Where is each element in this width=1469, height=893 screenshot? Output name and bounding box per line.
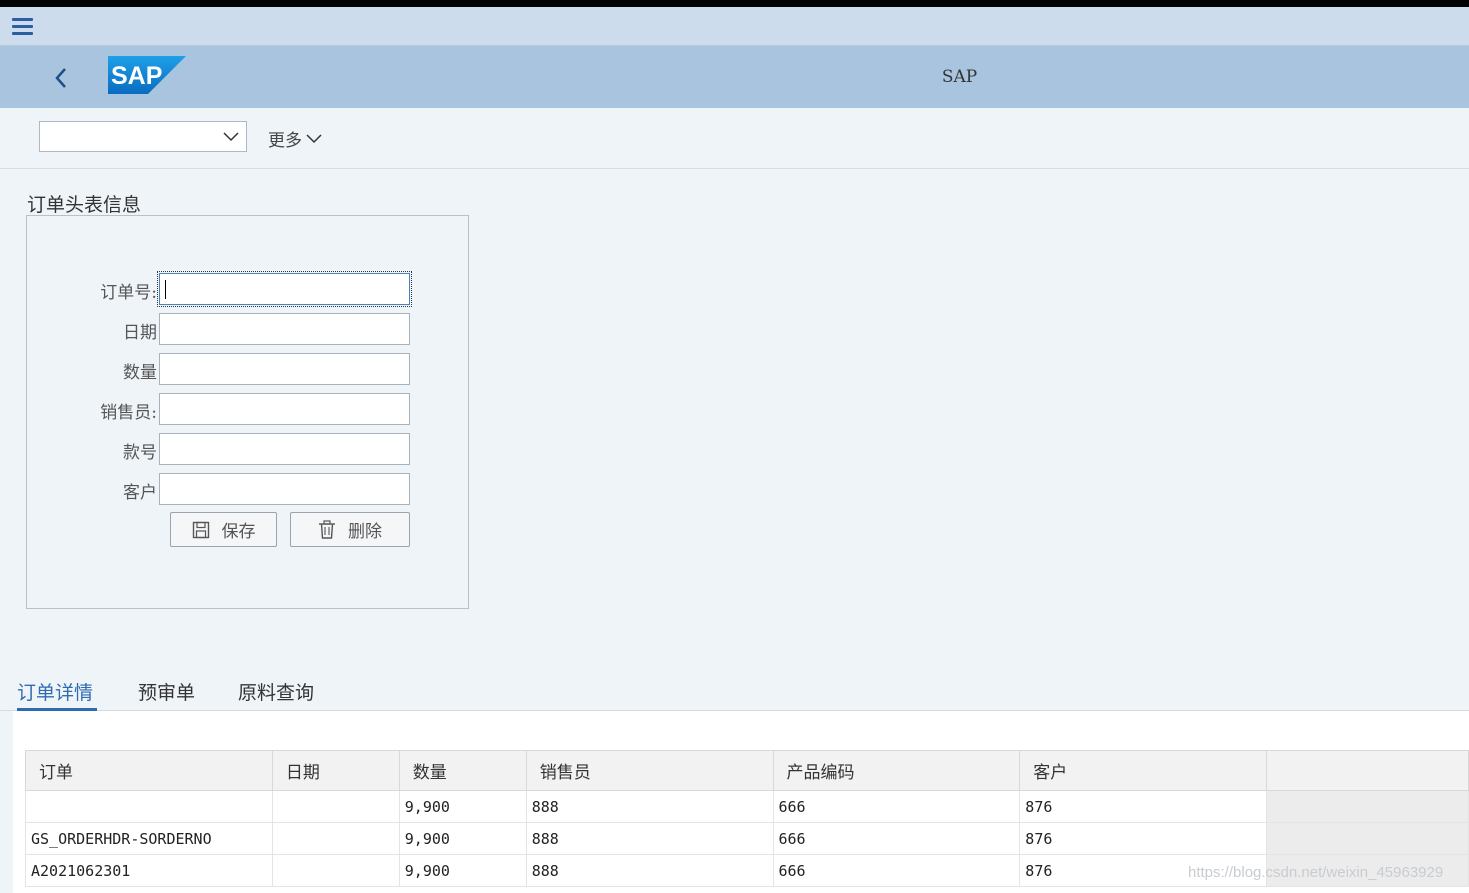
cell-order[interactable]: GS_ORDERHDR-SORDERNO <box>25 822 273 855</box>
shell-title: SAP <box>941 67 978 87</box>
delete-button[interactable]: 删除 <box>290 512 410 547</box>
cell-product-code[interactable]: 666 <box>772 822 1021 855</box>
form-row-quantity: 数量 <box>27 353 470 385</box>
col-header-product-code[interactable]: 产品编码 <box>772 750 1021 791</box>
cell-product-code[interactable]: 666 <box>772 854 1021 887</box>
cell-order[interactable]: A2021062301 <box>25 854 273 887</box>
col-header-customer[interactable]: 客户 <box>1019 750 1268 791</box>
cell-date[interactable] <box>271 790 400 823</box>
save-label: 保存 <box>221 522 256 542</box>
form-row-date: 日期 <box>27 313 470 345</box>
cell-customer[interactable]: 876 <box>1019 790 1268 823</box>
form-row-customer: 客户 <box>27 473 470 505</box>
chevron-down-icon <box>306 133 322 143</box>
tab-bar: 订单详情 预审单 原料查询 <box>0 676 1469 711</box>
trash-icon <box>319 520 335 539</box>
salesperson-label: 销售员: <box>100 403 157 423</box>
order-no-label: 订单号: <box>100 283 157 303</box>
table-header-row: 订单 日期 数量 销售员 产品编码 客户 <box>25 750 1469 791</box>
cell-product-code[interactable]: 666 <box>772 790 1021 823</box>
order-no-input[interactable] <box>157 271 412 307</box>
customer-label: 客户 <box>123 483 157 503</box>
top-black-strip <box>0 0 1469 7</box>
order-header-form: 订单号: 日期 数量 销售员: 款号 客户 保存 删除 <box>26 215 469 609</box>
cell-filler <box>1266 822 1469 855</box>
table-row[interactable]: 9,900 888 666 876 <box>25 790 1469 823</box>
app-toolbar: 更多 <box>0 108 1469 169</box>
col-header-quantity[interactable]: 数量 <box>398 750 527 791</box>
date-label: 日期 <box>123 323 157 343</box>
cell-quantity[interactable]: 9,900 <box>398 854 527 887</box>
cell-quantity[interactable]: 9,900 <box>398 822 527 855</box>
quantity-input[interactable] <box>159 353 410 385</box>
menu-bar <box>0 7 1469 46</box>
cell-date[interactable] <box>271 854 400 887</box>
watermark: https://blog.csdn.net/weixin_45963929 <box>1188 864 1444 881</box>
style-no-label: 款号 <box>123 443 157 463</box>
cell-salesperson[interactable]: 888 <box>525 790 774 823</box>
tab-material-query[interactable]: 原料查询 <box>238 678 314 711</box>
col-header-salesperson[interactable]: 销售员 <box>525 750 774 791</box>
cell-date[interactable] <box>271 822 400 855</box>
cell-salesperson[interactable]: 888 <box>525 822 774 855</box>
col-header-date[interactable]: 日期 <box>271 750 400 791</box>
cell-salesperson[interactable]: 888 <box>525 854 774 887</box>
more-menu-button[interactable]: 更多 <box>268 126 322 151</box>
shell-bar: SAP SAP <box>0 46 1469 108</box>
variant-dropdown[interactable] <box>39 121 247 152</box>
col-header-filler <box>1266 750 1469 791</box>
col-header-order[interactable]: 订单 <box>25 750 273 791</box>
section-title: 订单头表信息 <box>27 194 142 216</box>
save-button[interactable]: 保存 <box>170 512 277 547</box>
quantity-label: 数量 <box>123 363 157 383</box>
salesperson-input[interactable] <box>159 393 410 425</box>
cell-filler <box>1266 790 1469 823</box>
more-label: 更多 <box>268 131 302 151</box>
hamburger-menu-icon[interactable] <box>12 18 33 35</box>
table-row[interactable]: GS_ORDERHDR-SORDERNO 9,900 888 666 876 <box>25 822 1469 855</box>
cell-quantity[interactable]: 9,900 <box>398 790 527 823</box>
cell-order[interactable] <box>25 790 273 823</box>
style-no-input[interactable] <box>159 433 410 465</box>
tab-order-details[interactable]: 订单详情 <box>17 678 97 711</box>
cell-customer[interactable]: 876 <box>1019 822 1268 855</box>
save-icon <box>192 521 209 538</box>
date-input[interactable] <box>159 313 410 345</box>
customer-input[interactable] <box>159 473 410 505</box>
form-row-order-no: 订单号: <box>27 271 470 307</box>
form-row-style-no: 款号 <box>27 433 470 465</box>
delete-label: 删除 <box>348 522 382 542</box>
chevron-down-icon <box>223 132 239 142</box>
tab-pre-review[interactable]: 预审单 <box>138 678 195 711</box>
form-row-salesperson: 销售员: <box>27 393 470 425</box>
